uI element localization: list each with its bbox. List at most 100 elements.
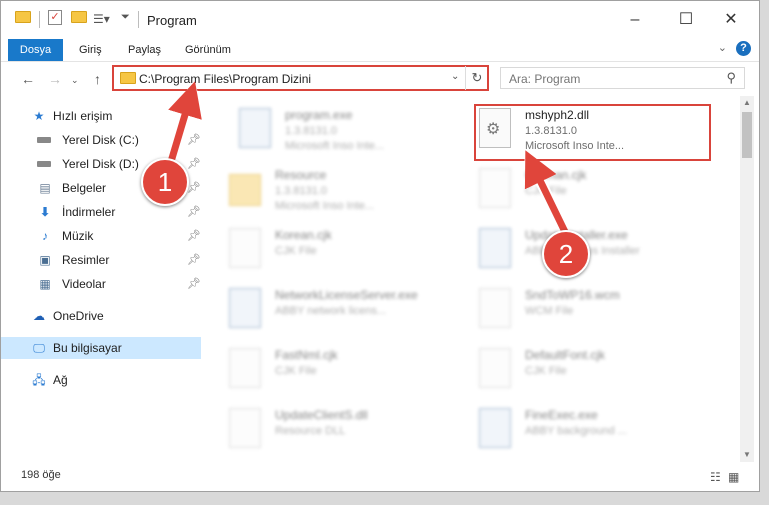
file-name: UpdateClientS.dll: [275, 408, 368, 422]
address-bar[interactable]: C:\Program Files\Program Dizini: [112, 65, 489, 91]
pin-icon[interactable]: 📌︎: [187, 153, 201, 175]
tab-file[interactable]: Dosya: [8, 39, 63, 61]
sidebar-item-label: Hızlı erişim: [53, 109, 113, 123]
sidebar-item-music[interactable]: ♪ Müzik 📌︎: [1, 225, 201, 247]
file-item[interactable]: SndToWP16.wcm WCM File: [457, 282, 692, 338]
file-icon: [479, 168, 511, 208]
help-icon[interactable]: ?: [736, 41, 751, 56]
file-item[interactable]: Korean.cjk CJK File: [207, 222, 442, 278]
file-icon: [229, 348, 261, 388]
file-item[interactable]: Resource 1.3.8131.0 Microsoft Inso Inte.…: [207, 162, 442, 218]
file-icon: [229, 228, 261, 268]
large-icons-view-icon[interactable]: ▦: [728, 470, 739, 484]
file-item[interactable]: German.cjk CJK File: [457, 162, 692, 218]
pin-icon[interactable]: 📌︎: [187, 273, 201, 295]
sidebar-item-label: Bu bilgisayar: [53, 341, 122, 355]
navigation-pane: ★ Hızlı erişim Yerel Disk (C:) 📌︎ Yerel …: [1, 101, 206, 461]
file-icon: [479, 348, 511, 388]
file-name: FineExec.exe: [525, 408, 598, 422]
quick-access-customize-icon[interactable]: ☰▾: [93, 12, 110, 26]
documents-icon: ▤: [39, 181, 51, 195]
sidebar-item-label: Ağ: [53, 373, 68, 387]
sidebar-item-quick-access[interactable]: ★ Hızlı erişim: [1, 105, 201, 127]
up-arrow-icon[interactable]: ↑: [94, 71, 101, 87]
file-name: Resource: [275, 168, 327, 182]
minimize-button[interactable]: –: [613, 7, 657, 33]
address-dropdown-icon[interactable]: ⌄: [451, 71, 459, 82]
scroll-up-icon[interactable]: ▲: [740, 96, 754, 110]
network-icon: 🖧︎: [32, 373, 46, 387]
sidebar-item-pictures[interactable]: ▣ Resimler 📌︎: [1, 249, 201, 271]
file-item[interactable]: DefaultFont.cjk CJK File: [457, 342, 692, 398]
file-name: DefaultFont.cjk: [525, 348, 606, 362]
videos-icon: ▦: [39, 277, 51, 291]
sidebar-item-label: Yerel Disk (D:): [62, 157, 139, 171]
file-type: CJK File: [525, 365, 567, 377]
pin-icon[interactable]: 📌︎: [187, 249, 201, 271]
pin-icon[interactable]: 📌︎: [187, 177, 201, 199]
refresh-icon[interactable]: ↻: [465, 66, 488, 90]
search-icon[interactable]: ⚲: [726, 70, 736, 86]
divider: [39, 11, 40, 28]
sidebar-item-label: İndirmeler: [62, 205, 116, 219]
sidebar-item-label: Yerel Disk (C:): [62, 133, 139, 147]
details-view-icon[interactable]: ☷: [710, 470, 721, 484]
download-icon: ⬇: [39, 205, 51, 219]
expand-ribbon-icon[interactable]: ⌄: [718, 41, 727, 54]
file-icon: [229, 288, 261, 328]
file-description: Microsoft Inso Inte...: [285, 140, 385, 152]
back-arrow-icon[interactable]: ←: [21, 71, 35, 87]
tab-view[interactable]: Görünüm: [185, 39, 231, 61]
search-box[interactable]: ⚲: [500, 67, 745, 90]
vertical-scrollbar[interactable]: ▲ ▼: [740, 96, 754, 462]
file-type: CJK File: [275, 245, 317, 257]
file-name: FastNml.cjk: [275, 348, 338, 362]
recent-locations-icon[interactable]: ⌄: [71, 75, 79, 86]
sidebar-item-label: Videolar: [62, 277, 106, 291]
file-type: ABBY network licens...: [275, 305, 387, 317]
properties-icon[interactable]: ✓: [48, 10, 62, 25]
file-item[interactable]: UpdateClientS.dll Resource DLL: [207, 402, 442, 458]
folder-icon: [120, 72, 136, 84]
file-icon: [229, 408, 261, 448]
file-item[interactable]: program.exe 1.3.8131.0 Microsoft Inso In…: [217, 102, 452, 158]
drive-icon: [37, 133, 53, 147]
new-folder-icon[interactable]: [71, 11, 87, 23]
window-title: Program: [147, 13, 197, 28]
file-item[interactable]: FastNml.cjk CJK File: [207, 342, 442, 398]
sidebar-item-videos[interactable]: ▦ Videolar 📌︎: [1, 273, 201, 295]
file-description: Microsoft Inso Inte...: [275, 200, 375, 212]
file-icon: [479, 228, 511, 268]
scroll-thumb[interactable]: [742, 112, 752, 158]
file-item[interactable]: NetworkLicenseServer.exe ABBY network li…: [207, 282, 442, 338]
sidebar-item-onedrive[interactable]: ☁ OneDrive: [1, 305, 201, 327]
close-button[interactable]: ✕: [709, 7, 753, 33]
pin-icon[interactable]: 📌︎: [187, 129, 201, 151]
file-name: German.cjk: [525, 168, 587, 182]
sidebar-item-disk-c[interactable]: Yerel Disk (C:) 📌︎: [1, 129, 201, 151]
file-type: ABBY background ...: [525, 425, 627, 437]
pin-icon[interactable]: 📌︎: [187, 201, 201, 223]
address-path: C:\Program Files\Program Dizini: [139, 72, 312, 86]
step-1-badge: 1: [141, 158, 189, 206]
ribbon-tabs: Dosya Giriş Paylaş Görünüm ⌄ ?: [1, 39, 759, 62]
file-item[interactable]: FineExec.exe ABBY background ...: [457, 402, 692, 458]
music-icon: ♪: [42, 229, 48, 243]
sidebar-item-network[interactable]: 🖧︎ Ağ: [1, 369, 201, 391]
scroll-down-icon[interactable]: ▼: [740, 448, 754, 462]
file-name: SndToWP16.wcm: [525, 288, 620, 302]
file-name: Korean.cjk: [275, 228, 332, 242]
search-input[interactable]: [501, 68, 721, 90]
file-name: program.exe: [285, 108, 353, 122]
forward-arrow-icon[interactable]: →: [48, 71, 62, 87]
sidebar-item-this-pc[interactable]: 🖵︎ Bu bilgisayar: [1, 337, 201, 359]
pin-icon[interactable]: 📌︎: [187, 225, 201, 247]
explorer-window: ✓ ☰▾ ⏷ Program – ☐ ✕ Dosya Giriş Paylaş …: [0, 0, 760, 492]
maximize-button[interactable]: ☐: [664, 7, 708, 33]
tab-share[interactable]: Paylaş: [128, 39, 161, 61]
file-type: Resource DLL: [275, 425, 346, 437]
tab-home[interactable]: Giriş: [79, 39, 102, 61]
file-name: NetworkLicenseServer.exe: [275, 288, 418, 302]
target-file-highlight: [474, 104, 711, 161]
chevron-down-icon[interactable]: ⏷: [121, 11, 130, 24]
